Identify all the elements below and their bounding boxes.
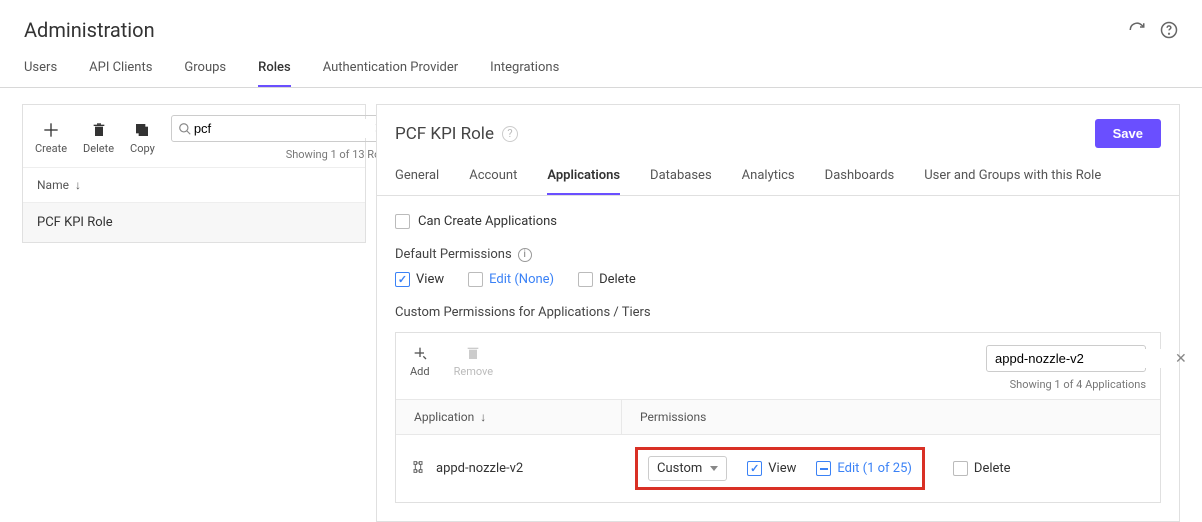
default-edit-link[interactable]: Edit (None) — [489, 272, 554, 287]
tab-auth-provider[interactable]: Authentication Provider — [323, 52, 458, 87]
tab-integrations[interactable]: Integrations — [490, 52, 559, 87]
create-button[interactable]: Create — [35, 122, 67, 155]
col-application[interactable]: Application ↓ — [396, 400, 621, 434]
tab-user-groups[interactable]: User and Groups with this Role — [924, 168, 1101, 195]
default-delete-checkbox[interactable] — [578, 272, 593, 287]
tab-applications[interactable]: Applications — [547, 168, 620, 195]
tab-api-clients[interactable]: API Clients — [89, 52, 152, 87]
row-view-checkbox[interactable] — [747, 461, 762, 476]
page-title: Administration — [24, 18, 155, 42]
default-edit-checkbox[interactable] — [468, 272, 483, 287]
add-button[interactable]: Add — [410, 345, 430, 378]
top-tabs: Users API Clients Groups Roles Authentic… — [0, 52, 1202, 88]
sort-arrow-icon: ↓ — [480, 410, 486, 424]
apps-showing-label: Showing 1 of 4 Applications — [1010, 378, 1146, 391]
application-icon — [410, 459, 426, 479]
info-icon[interactable]: i — [518, 248, 532, 262]
row-edit-checkbox[interactable] — [816, 461, 831, 476]
save-button[interactable]: Save — [1095, 119, 1161, 148]
col-permissions: Permissions — [621, 400, 1160, 434]
copy-button[interactable]: Copy — [130, 122, 155, 155]
app-name: appd-nozzle-v2 — [436, 461, 523, 476]
search-icon — [178, 122, 192, 136]
roles-list-panel: Create Delete Copy ✕ Showing 1 of — [22, 104, 366, 243]
detail-title: PCF KPI Role — [395, 124, 494, 144]
row-delete-checkbox[interactable] — [953, 461, 968, 476]
role-detail-panel: PCF KPI Role ? Save General Account Appl… — [376, 104, 1180, 522]
clear-app-search-icon[interactable]: ✕ — [1173, 351, 1189, 367]
help-icon[interactable] — [1160, 21, 1178, 39]
refresh-icon[interactable] — [1128, 21, 1146, 39]
tab-groups[interactable]: Groups — [184, 52, 226, 87]
permissions-highlight: Custom View Edit (1 of 25) — [635, 447, 925, 490]
roles-search-input[interactable]: ✕ — [171, 115, 395, 142]
tab-roles[interactable]: Roles — [258, 52, 291, 87]
apps-search-input[interactable]: ✕ — [986, 345, 1146, 372]
tab-dashboards[interactable]: Dashboards — [825, 168, 895, 195]
remove-button[interactable]: Remove — [454, 345, 494, 378]
custom-perms-label: Custom Permissions for Applications / Ti… — [395, 305, 651, 320]
row-edit-link[interactable]: Edit (1 of 25) — [837, 461, 912, 476]
permission-type-dropdown[interactable]: Custom — [648, 456, 727, 481]
tab-analytics[interactable]: Analytics — [742, 168, 795, 195]
tab-databases[interactable]: Databases — [650, 168, 712, 195]
default-perms-label: Default Permissions — [395, 247, 512, 262]
can-create-label: Can Create Applications — [418, 214, 557, 229]
chevron-down-icon — [710, 466, 718, 471]
role-row[interactable]: PCF KPI Role — [23, 203, 365, 242]
delete-button[interactable]: Delete — [83, 122, 114, 155]
default-view-checkbox[interactable] — [395, 272, 410, 287]
title-help-icon[interactable]: ? — [502, 126, 518, 142]
sort-arrow-icon: ↓ — [75, 178, 81, 192]
roles-column-header[interactable]: Name ↓ — [23, 168, 365, 203]
tab-users[interactable]: Users — [24, 52, 57, 87]
app-permission-row: appd-nozzle-v2 Custom View — [396, 435, 1160, 502]
can-create-checkbox[interactable] — [395, 214, 410, 229]
tab-account[interactable]: Account — [469, 168, 517, 195]
tab-general[interactable]: General — [395, 168, 439, 195]
